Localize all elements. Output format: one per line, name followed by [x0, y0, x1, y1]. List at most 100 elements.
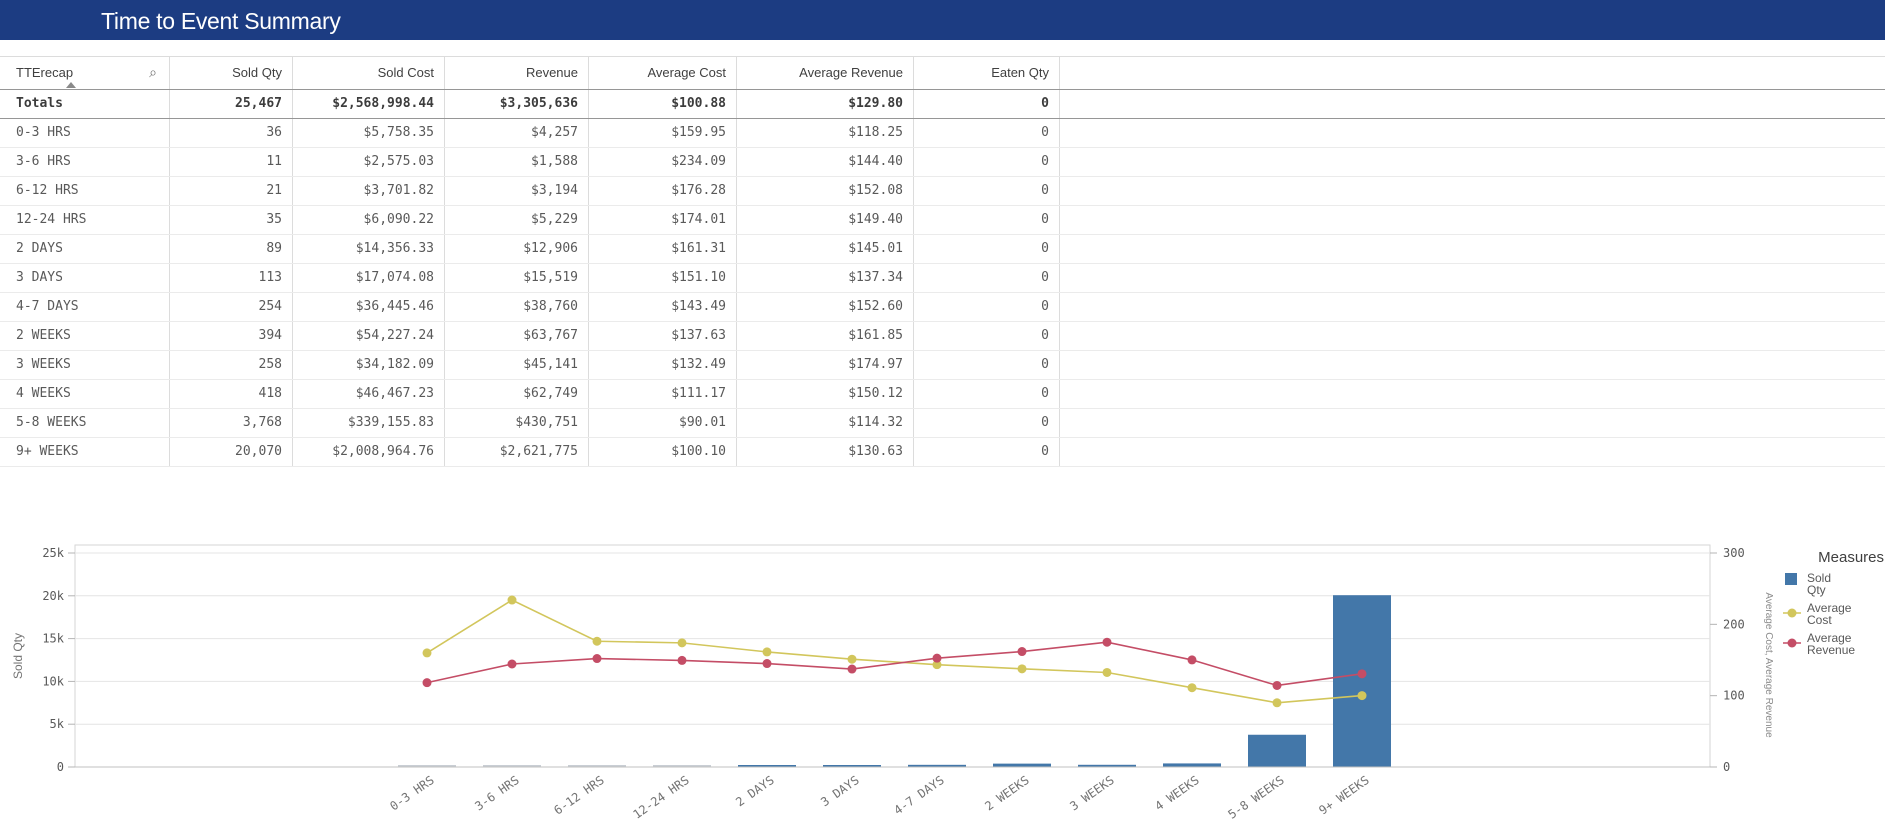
- point-average-cost[interactable]: [1358, 691, 1367, 700]
- measure-cell: $15,519: [445, 264, 589, 292]
- bar-sold-qty[interactable]: [1248, 735, 1306, 767]
- empty-cell: [1060, 57, 1885, 89]
- left-tick-label: 15k: [42, 632, 64, 646]
- measure-cell: $3,194: [445, 177, 589, 205]
- x-axis-category-label: 12-24 HRS: [630, 773, 691, 822]
- measure-cell: $161.85: [737, 322, 914, 350]
- dimension-cell[interactable]: 2 WEEKS: [0, 322, 170, 350]
- measure-cell: $45,141: [445, 351, 589, 379]
- point-average-revenue[interactable]: [1018, 647, 1027, 656]
- measure-cell: $6,090.22: [293, 206, 445, 234]
- point-average-revenue[interactable]: [1188, 655, 1197, 664]
- x-axis-category-label: 2 DAYS: [733, 773, 777, 809]
- measure-cell: 36: [170, 119, 293, 147]
- table-row: 3-6 HRS11$2,575.03$1,588$234.09$144.400: [0, 148, 1885, 177]
- point-average-cost[interactable]: [593, 637, 602, 646]
- dimension-cell[interactable]: 12-24 HRS: [0, 206, 170, 234]
- bar-sold-qty[interactable]: [1333, 595, 1391, 767]
- x-axis-category-label: 4 WEEKS: [1152, 773, 1201, 813]
- point-average-cost[interactable]: [1188, 683, 1197, 692]
- empty-cell: [1060, 264, 1885, 292]
- point-average-cost[interactable]: [678, 638, 687, 647]
- dimension-cell[interactable]: 3 WEEKS: [0, 351, 170, 379]
- point-average-revenue[interactable]: [848, 665, 857, 674]
- totals-value: $2,568,998.44: [293, 90, 445, 118]
- point-average-cost[interactable]: [423, 648, 432, 657]
- point-average-cost[interactable]: [508, 596, 517, 605]
- point-average-revenue[interactable]: [593, 654, 602, 663]
- dimension-cell[interactable]: 4 WEEKS: [0, 380, 170, 408]
- totals-value: 25,467: [170, 90, 293, 118]
- measure-cell: $63,767: [445, 322, 589, 350]
- column-header-sold-cost[interactable]: Sold Cost: [293, 57, 445, 89]
- measure-cell: 418: [170, 380, 293, 408]
- measure-cell: $46,467.23: [293, 380, 445, 408]
- right-tick-label: 200: [1723, 617, 1745, 631]
- table-header-row: TTErecap⌕Sold QtySold CostRevenueAverage…: [0, 57, 1885, 90]
- legend-item-label: Cost: [1807, 613, 1832, 627]
- point-average-cost[interactable]: [1273, 698, 1282, 707]
- point-average-cost[interactable]: [1103, 668, 1112, 677]
- x-axis-category-label: 9+ WEEKS: [1316, 773, 1371, 818]
- point-average-cost[interactable]: [848, 655, 857, 664]
- measure-cell: $14,356.33: [293, 235, 445, 263]
- bar-sold-qty[interactable]: [1163, 763, 1221, 767]
- measure-cell: $132.49: [589, 351, 737, 379]
- right-tick-label: 300: [1723, 546, 1745, 560]
- column-header-revenue[interactable]: Revenue: [445, 57, 589, 89]
- table-row: 2 WEEKS394$54,227.24$63,767$137.63$161.8…: [0, 322, 1885, 351]
- search-icon[interactable]: ⌕: [149, 57, 157, 89]
- point-average-revenue[interactable]: [933, 654, 942, 663]
- table-row: 0-3 HRS36$5,758.35$4,257$159.95$118.250: [0, 119, 1885, 148]
- column-header-average-cost[interactable]: Average Cost: [589, 57, 737, 89]
- totals-value: $129.80: [737, 90, 914, 118]
- dimension-cell[interactable]: 6-12 HRS: [0, 177, 170, 205]
- legend-item-average-revenue[interactable]: AverageRevenue: [1783, 631, 1855, 657]
- column-header-average-revenue[interactable]: Average Revenue: [737, 57, 914, 89]
- measure-cell: 11: [170, 148, 293, 176]
- dimension-cell[interactable]: 2 DAYS: [0, 235, 170, 263]
- measure-cell: 0: [914, 264, 1060, 292]
- dimension-cell[interactable]: 4-7 DAYS: [0, 293, 170, 321]
- point-average-revenue[interactable]: [1273, 681, 1282, 690]
- point-average-revenue[interactable]: [678, 656, 687, 665]
- point-average-revenue[interactable]: [1103, 638, 1112, 647]
- x-axis-category-label: 4-7 DAYS: [891, 773, 946, 818]
- measure-cell: $144.40: [737, 148, 914, 176]
- bar-sold-qty[interactable]: [993, 764, 1051, 767]
- dimension-cell[interactable]: 3 DAYS: [0, 264, 170, 292]
- dimension-cell[interactable]: 0-3 HRS: [0, 119, 170, 147]
- empty-cell: [1060, 119, 1885, 147]
- dimension-cell[interactable]: 3-6 HRS: [0, 148, 170, 176]
- x-axis-category-label: 5-8 WEEKS: [1225, 773, 1286, 822]
- legend-item-average-cost[interactable]: AverageCost: [1783, 601, 1852, 627]
- column-header-tterecap[interactable]: TTErecap⌕: [0, 57, 170, 89]
- measure-cell: $17,074.08: [293, 264, 445, 292]
- measure-cell: $152.08: [737, 177, 914, 205]
- table-row: 3 DAYS113$17,074.08$15,519$151.10$137.34…: [0, 264, 1885, 293]
- combo-chart: 05k10k15k20k25k0100200300Sold QtyAverage…: [0, 410, 1885, 831]
- measure-cell: $34,182.09: [293, 351, 445, 379]
- point-average-revenue[interactable]: [508, 659, 517, 668]
- column-header-sold-qty[interactable]: Sold Qty: [170, 57, 293, 89]
- measure-cell: 0: [914, 235, 1060, 263]
- column-header-eaten-qty[interactable]: Eaten Qty: [914, 57, 1060, 89]
- point-average-revenue[interactable]: [1358, 669, 1367, 678]
- left-tick-label: 5k: [50, 717, 65, 731]
- measure-cell: $145.01: [737, 235, 914, 263]
- app-title-bar: Time to Event Summary: [0, 0, 1885, 40]
- totals-value: 0: [914, 90, 1060, 118]
- empty-cell: [1060, 351, 1885, 379]
- measure-cell: $176.28: [589, 177, 737, 205]
- point-average-cost[interactable]: [763, 647, 772, 656]
- legend-marker-square: [1785, 573, 1797, 585]
- measure-cell: 258: [170, 351, 293, 379]
- measure-cell: $161.31: [589, 235, 737, 263]
- point-average-cost[interactable]: [1018, 664, 1027, 673]
- measure-cell: $137.34: [737, 264, 914, 292]
- empty-cell: [1060, 148, 1885, 176]
- measure-cell: $36,445.46: [293, 293, 445, 321]
- legend-item-sold-qty[interactable]: SoldQty: [1785, 571, 1831, 597]
- point-average-revenue[interactable]: [423, 678, 432, 687]
- point-average-revenue[interactable]: [763, 659, 772, 668]
